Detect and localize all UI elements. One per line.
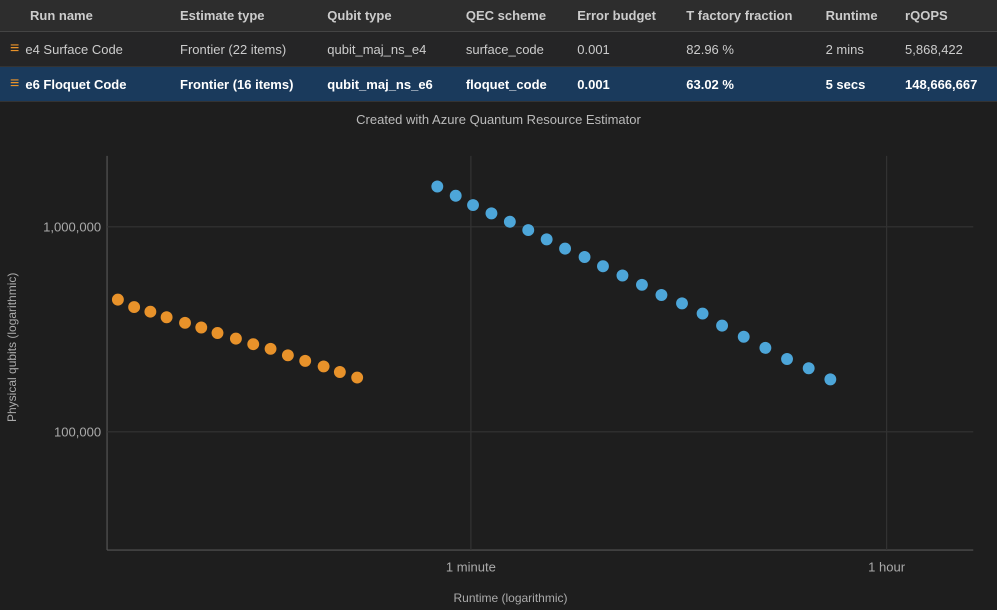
blue-data-point [559,243,571,255]
table-row[interactable]: ≡ e6 Floquet Code Frontier (16 items)qub… [0,67,997,102]
orange-data-point [112,294,124,306]
orange-data-point [282,349,294,361]
y-axis-label: Physical qubits (logarithmic) [0,132,24,562]
orange-data-point [212,327,224,339]
chart-svg-area: 1,000,000 100,000 1 minute 1 hour [24,132,997,586]
orange-data-point [144,306,156,318]
cell-runtime: 2 mins [816,32,895,67]
orange-data-point [230,333,242,345]
cell-t-factory-fraction: 63.02 % [676,67,815,102]
blue-data-point [504,216,516,228]
cell-qec-scheme: surface_code [456,32,567,67]
col-header-qubit-type: Qubit type [317,0,456,32]
blue-data-point [522,224,534,236]
blue-data-point [597,260,609,272]
orange-data-point [247,338,259,350]
blue-data-point [450,190,462,202]
table-row[interactable]: ≡ e4 Surface Code Frontier (22 items)qub… [0,32,997,67]
cell-run-name: ≡ e4 Surface Code [0,32,170,67]
x-axis-label: Runtime (logarithmic) [24,586,997,610]
cell-runtime: 5 secs [816,67,895,102]
table-header-row: Run name Estimate type Qubit type QEC sc… [0,0,997,32]
blue-data-point [676,297,688,309]
blue-data-point [431,181,443,193]
chart-plot-container: 1,000,000100,0001 minute1 hour Runtime (… [24,132,997,562]
cell-qec-scheme: floquet_code [456,67,567,102]
blue-data-point [467,199,479,211]
col-header-estimate-type: Estimate type [170,0,317,32]
blue-data-point [781,353,793,365]
blue-data-point [541,233,553,245]
svg-text:1,000,000: 1,000,000 [43,220,101,235]
results-table: Run name Estimate type Qubit type QEC sc… [0,0,997,102]
blue-data-point [716,320,728,332]
col-header-error-budget: Error budget [567,0,676,32]
cell-error-budget: 0.001 [567,32,676,67]
cell-qubit-type: qubit_maj_ns_e6 [317,67,456,102]
cell-estimate-type: Frontier (16 items) [170,67,317,102]
chart-title: Created with Azure Quantum Resource Esti… [0,112,997,127]
col-header-rqops: rQOPS [895,0,997,32]
blue-data-point [697,308,709,320]
col-header-t-factory-fraction: T factory fraction [676,0,815,32]
cell-run-name: ≡ e6 Floquet Code [0,67,170,102]
cell-estimate-type: Frontier (22 items) [170,32,317,67]
cell-t-factory-fraction: 82.96 % [676,32,815,67]
orange-data-point [195,321,207,333]
blue-data-point [738,331,750,343]
col-header-runtime: Runtime [816,0,895,32]
orange-data-point [351,372,363,384]
blue-data-point [617,270,629,282]
chart-area: Created with Azure Quantum Resource Esti… [0,102,997,572]
chart-svg: 1,000,000 100,000 1 minute 1 hour [24,132,997,586]
blue-data-point [824,373,836,385]
col-header-run-name: Run name [0,0,170,32]
orange-data-point [128,301,140,313]
orange-data-point [265,343,277,355]
blue-data-point [636,279,648,291]
blue-data-point [759,342,771,354]
orange-data-point [334,366,346,378]
blue-data-point [579,251,591,263]
cell-rqops: 148,666,667 [895,67,997,102]
results-table-container: Run name Estimate type Qubit type QEC sc… [0,0,997,102]
svg-text:1 hour: 1 hour [868,560,906,575]
svg-text:1 minute: 1 minute [446,560,496,575]
col-header-qec-scheme: QEC scheme [456,0,567,32]
orange-data-point [179,317,191,329]
blue-data-point [656,289,668,301]
svg-text:100,000: 100,000 [54,425,101,440]
orange-data-point [161,311,173,323]
cell-error-budget: 0.001 [567,67,676,102]
orange-data-point [299,355,311,367]
blue-data-point [803,362,815,374]
orange-data-point [318,360,330,372]
cell-qubit-type: qubit_maj_ns_e4 [317,32,456,67]
chart-inner: Physical qubits (logarithmic) 1,000,000 1… [0,132,997,562]
blue-data-point [486,207,498,219]
cell-rqops: 5,868,422 [895,32,997,67]
